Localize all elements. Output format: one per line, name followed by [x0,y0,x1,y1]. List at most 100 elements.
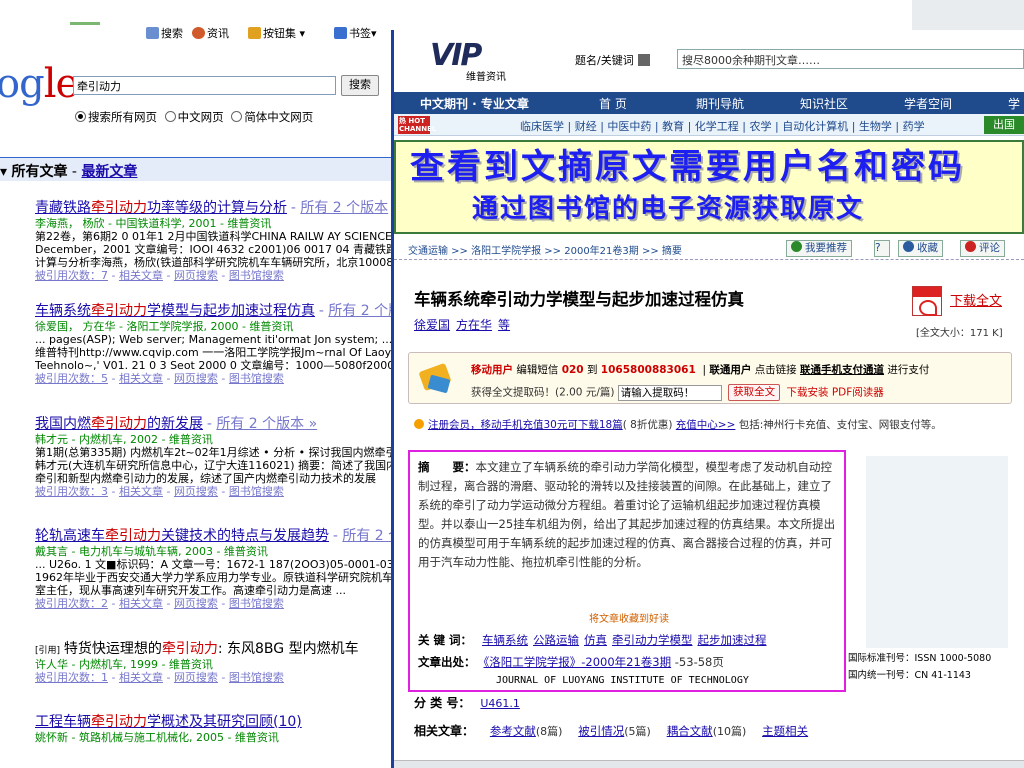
toolbar-search-button[interactable]: 搜索 [146,25,183,41]
result-title-link[interactable]: 车辆系统牵引动力学模型与起步加速过程仿真 [35,303,315,319]
radio-dot [231,111,243,122]
author-link[interactable]: 等 [498,318,510,332]
toolbar-news-button[interactable]: 资讯 [192,25,229,41]
nav-journals[interactable]: 中文期刊 · 专业文章 [420,95,529,112]
result-links: 被引用次数：5 - 相关文章 - 网页搜索 - 图书馆搜索 [35,372,284,385]
nav-more[interactable]: 学 [1008,95,1020,112]
keyword-link[interactable]: 仿真 [584,633,607,647]
extract-code-input[interactable]: 请输入提取码！ [617,384,722,401]
classification-link[interactable]: U461.1 [480,697,520,710]
author-link[interactable]: 方在华 [456,318,492,332]
nav-journal-guide[interactable]: 期刊导航 [696,95,744,112]
library-search-link[interactable]: 图书馆搜索 [229,597,284,610]
search-input[interactable] [73,76,336,95]
result-item: 青藏铁路牵引动力功率等级的计算与分析 - 所有 2 个版本 李海燕， 杨欣 - … [35,200,393,282]
topic-related-link[interactable]: 主题相关 [762,724,808,738]
news-icon [192,27,205,39]
favorite-button[interactable]: 收藏 [898,240,943,257]
result-title-link[interactable]: 轮轨高速车牵引动力关键技术的特点与发展趋势 [35,528,329,544]
versions-link[interactable]: 所有 2 个版本 [328,303,393,319]
horizontal-scrollbar[interactable] [394,760,1024,768]
nav-home[interactable]: 首 页 [599,95,627,112]
dropdown-icon [637,54,650,66]
keyword-link[interactable]: 起步加速过程 [698,633,767,647]
related-link[interactable]: 相关文章 [119,485,163,498]
library-search-link[interactable]: 图书馆搜索 [229,485,284,498]
article-authors: 徐爱国 方在华等 [414,316,516,333]
search-button[interactable]: 搜索 [341,75,379,96]
channel-links[interactable]: 临床医学 | 财经 | 中医中药 | 教育 | 化学工程 | 农学 | 自动化计… [520,118,925,134]
pdf-reader-link[interactable]: 下载安装 PDF阅读器 [786,387,883,399]
vip-logo[interactable]: VIP 维普资讯 [430,38,520,83]
result-links: 被引用次数：3 - 相关文章 - 网页搜索 - 图书馆搜索 [35,485,284,498]
web-search-link[interactable]: 网页搜索 [174,269,218,282]
coupled-link[interactable]: 耦合文献 [667,724,713,738]
fulltext-size: [全文大小：171 K] [916,328,1003,339]
keyword-link[interactable]: 牵引动力学模型 [612,633,693,647]
register-link[interactable]: 注册会员，移动手机充值30元可下载18篇 [428,419,623,431]
cited-link[interactable]: 被引用次数：7 [35,269,108,282]
radio-chinese-web[interactable]: 中文网页 [164,109,224,125]
result-title-link[interactable]: 我国内燃牵引动力的新发展 [35,416,203,432]
breadcrumb[interactable]: 交通运输 >> 洛阳工学院学报 >> 2000年21卷3期 >> 摘要 [408,242,682,257]
radio-simplified-web[interactable]: 简体中文网页 [231,109,313,125]
download-fulltext-link[interactable]: 下载全文 [950,290,1002,309]
cited-link[interactable]: 被引用次数：1 [35,671,108,684]
banner-line-1: 查看到文摘原文需要用户名和密码 [410,147,965,187]
web-search-link[interactable]: 网页搜索 [174,671,218,684]
search-field-select[interactable]: 题名/关键词 [575,52,650,68]
recommend-icon [791,241,802,252]
result-authors: 戴其言 - 电力机车与城轨车辆, 2003 - 维普资讯 [35,545,268,558]
newest-articles-link[interactable]: 最新文章 [81,164,137,180]
save-to-haodu-link[interactable]: 将文章收藏到好读 [410,610,848,625]
unicom-pay-link[interactable]: 联通手机支付通道 [800,364,884,376]
keyword-link[interactable]: 公路运输 [533,633,579,647]
web-search-link[interactable]: 网页搜索 [174,597,218,610]
library-search-link[interactable]: 图书馆搜索 [229,269,284,282]
versions-link[interactable]: 所有 2 个版本 » [216,416,317,432]
abroad-button[interactable]: 出国 [984,116,1024,134]
result-title-link[interactable]: 工程车辆牵引动力学概述及其研究回顾(10) [35,714,302,730]
related-link[interactable]: 相关文章 [119,269,163,282]
related-link[interactable]: 相关文章 [119,597,163,610]
toolbar-bookmarks-button[interactable]: 书签▾ [334,25,377,41]
cited-link[interactable]: 被引用次数：3 [35,485,108,498]
cited-link[interactable]: 被引用次数：2 [35,597,108,610]
journal-identifiers: 国际标准刊号：ISSN 1000-5080 国内统一刊号：CN 41-1143 [848,653,992,681]
references-link[interactable]: 参考文献 [490,724,536,738]
author-link[interactable]: 徐爱国 [414,318,450,332]
breadcrumb-bar: 交通运输 >> 洛阳工学院学报 >> 2000年21卷3期 >> 摘要 我要推荐… [394,236,1024,260]
result-title-link[interactable]: 青藏铁路牵引动力功率等级的计算与分析 [35,200,287,216]
main-nav: 中文期刊 · 专业文章 首 页 期刊导航 知识社区 学者空间 学 [394,92,1024,114]
web-search-link[interactable]: 网页搜索 [174,485,218,498]
versions-link[interactable]: 所有 2 个版本 [342,528,393,544]
comment-button[interactable]: 评论 [960,240,1005,257]
result-item: [引用] 特货快运理想的牵引动力: 东风8BG 型内燃机车 许人华 - 内燃机车… [35,638,393,711]
result-links: 被引用次数：1 - 相关文章 - 网页搜索 - 图书馆搜索 [35,671,284,684]
download-box: 下载全文 [全文大小：171 K] [912,284,1020,340]
web-search-link[interactable]: 网页搜索 [174,372,218,385]
library-search-link[interactable]: 图书馆搜索 [229,671,284,684]
pdf-icon[interactable] [912,286,942,316]
citations-link[interactable]: 被引情况 [578,724,624,738]
get-fulltext-button[interactable]: 获取全文 [728,384,781,401]
related-link[interactable]: 相关文章 [119,372,163,385]
cited-link[interactable]: 被引用次数：5 [35,372,108,385]
result-snippet-line: Teehnolo~,' V01. 21 0 3 Seot 2000 0 文章编号… [35,359,393,372]
library-search-link[interactable]: 图书馆搜索 [229,372,284,385]
versions-link[interactable]: 所有 2 个版本 [300,200,388,216]
keyword-link[interactable]: 车辆系统 [482,633,528,647]
nav-scholar-space[interactable]: 学者空间 [904,95,952,112]
related-link[interactable]: 相关文章 [119,671,163,684]
recommend-button[interactable]: 我要推荐 [786,240,852,257]
radio-all-web[interactable]: 搜索所有网页 [75,109,157,125]
help-icon[interactable]: ? [874,240,890,257]
journal-cover-placeholder [866,456,1008,648]
nav-community[interactable]: 知识社区 [800,95,848,112]
vip-search-input[interactable]: 搜尽8000余种期刊文章…… [677,49,1024,69]
recharge-link[interactable]: 充值中心>> [676,419,736,431]
result-snippet-line: 第22卷，第6期2 0 01年1 2月中国铁道科学CHINA RAILW AY … [35,230,393,243]
result-snippet-line: 室主任，现从事高速列车研究开发工作。高速牵引动力是高速 ... [35,584,346,597]
source-journal-link[interactable]: 《洛阳工学院学报》-2000年21卷3期 [484,655,672,669]
toolbar-collect-button[interactable]: 按钮集 ▾ [248,25,305,41]
